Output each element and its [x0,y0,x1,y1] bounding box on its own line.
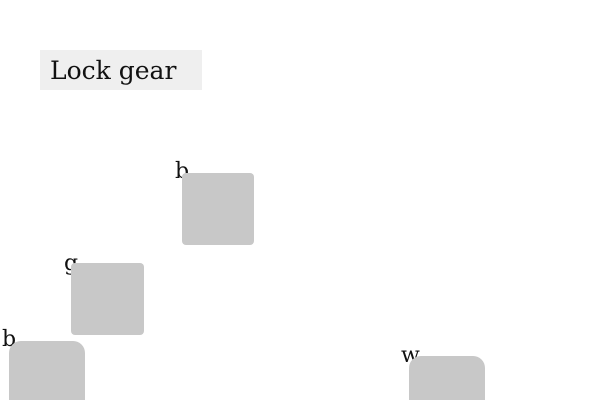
draggable-tile[interactable] [9,341,85,400]
draggable-tile[interactable] [71,263,144,335]
canvas: Lock gear b g b w [0,0,600,400]
title-button[interactable]: Lock gear [40,50,202,90]
title-label: Lock gear [50,55,177,85]
draggable-tile[interactable] [409,356,485,400]
draggable-tile[interactable] [182,173,254,245]
